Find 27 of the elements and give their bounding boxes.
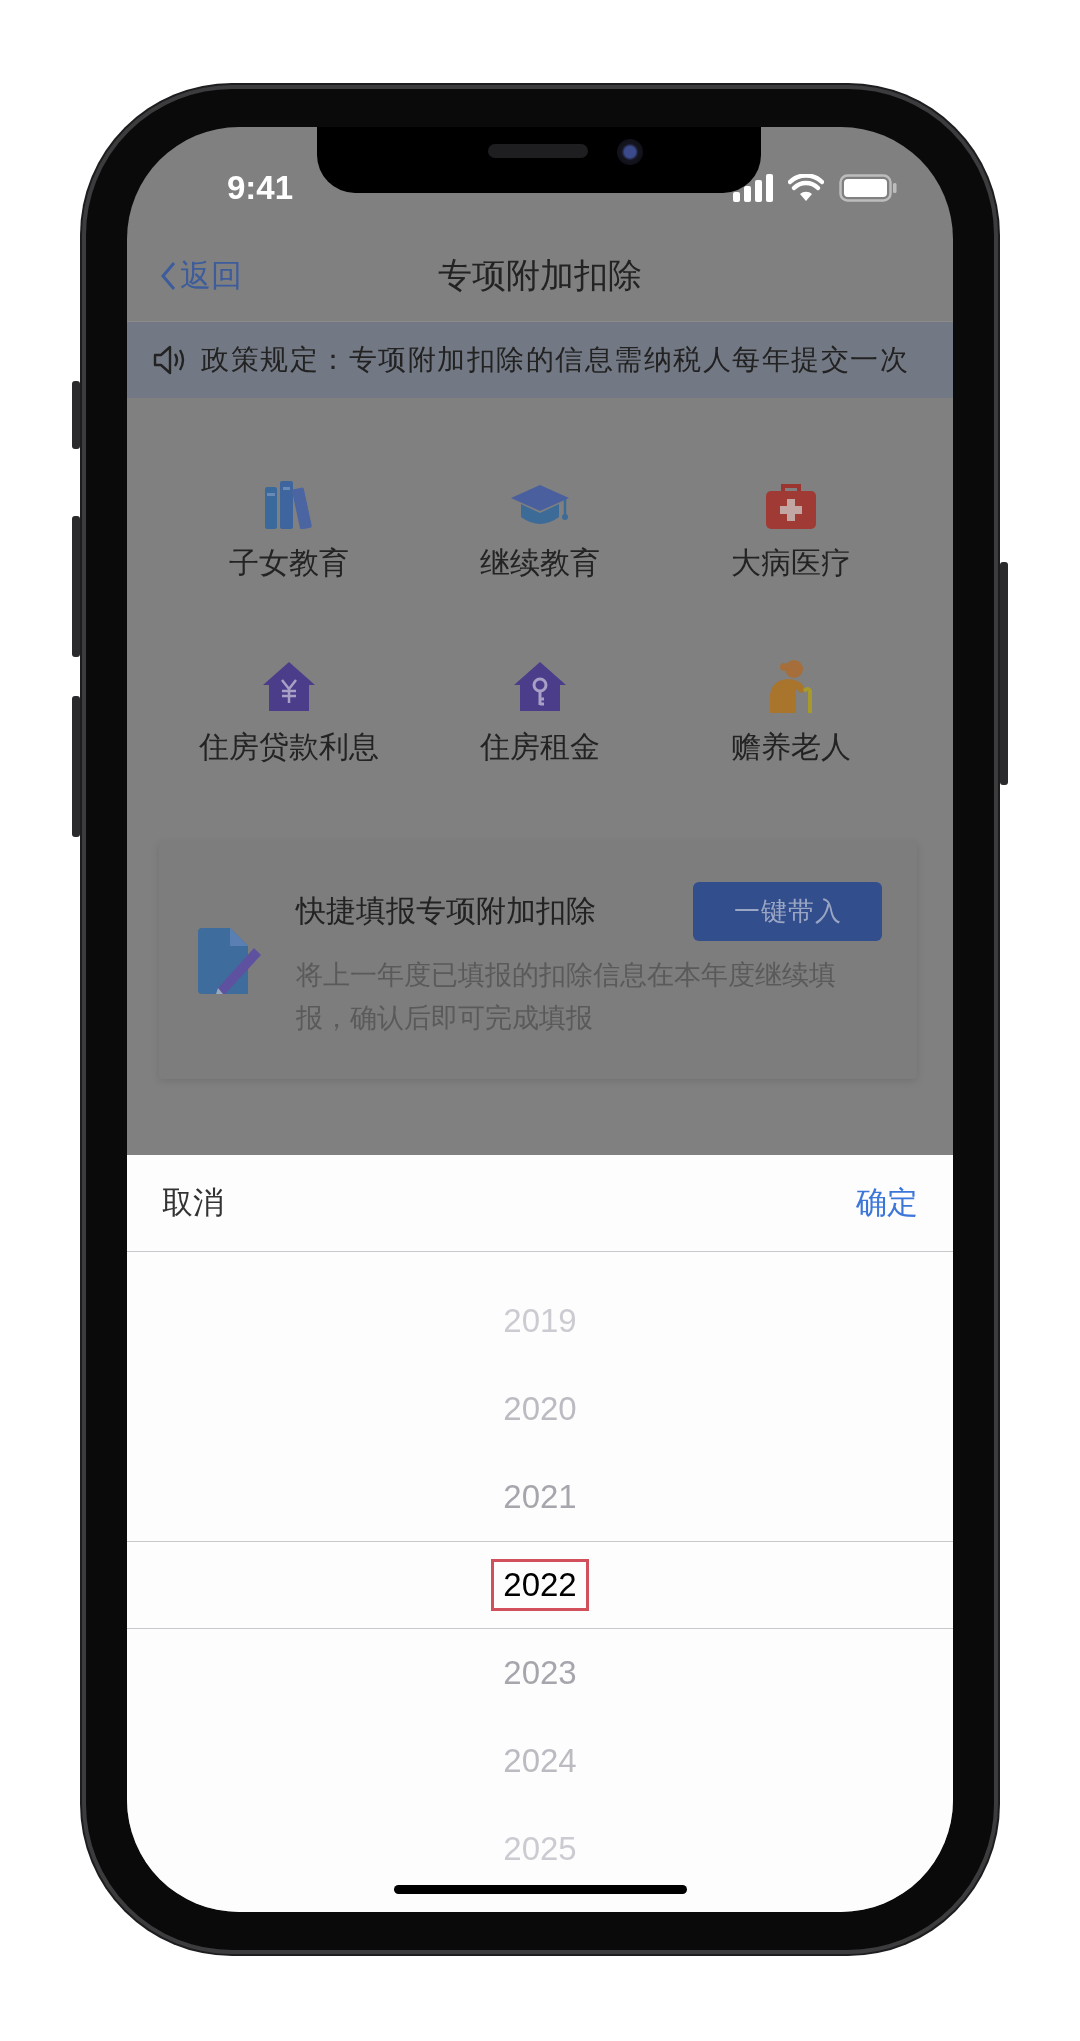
import-button[interactable]: 一键带入 [693, 882, 882, 941]
year-option[interactable]: 2021 [491, 1471, 589, 1523]
card-title: 快捷填报专项附加扣除 [296, 893, 596, 929]
category-button[interactable]: 子女教育 [164, 475, 415, 583]
category-button[interactable]: 赡养老人 [665, 659, 916, 767]
first-aid-kit-icon [764, 483, 817, 529]
status-time: 9:41 [227, 168, 294, 207]
cancel-button[interactable]: 取消 [162, 1182, 224, 1224]
speaker-icon [153, 345, 187, 375]
house-key-icon [513, 661, 567, 713]
category-button[interactable]: 大病医疗 [665, 475, 916, 583]
category-button[interactable]: 住房贷款利息 [164, 659, 415, 767]
signal-icon [733, 173, 773, 202]
wifi-icon [788, 174, 824, 201]
year-option[interactable]: 2023 [491, 1647, 589, 1699]
side-button[interactable] [72, 381, 80, 449]
year-option[interactable]: 2022 [491, 1559, 589, 1611]
category-button[interactable]: 继续教育 [414, 475, 666, 583]
document-pencil-icon [198, 927, 262, 994]
notice-text: 政策规定：专项附加扣除的信息需纳税人每年提交一次 [201, 343, 909, 377]
house-yen-icon [262, 661, 317, 713]
battery-icon [839, 173, 897, 202]
camera-lens [617, 139, 643, 165]
confirm-button[interactable]: 确定 [856, 1182, 918, 1224]
chevron-left-icon [160, 260, 176, 291]
page-title: 专项附加扣除 [438, 255, 642, 296]
category-button[interactable]: 住房租金 [414, 659, 666, 767]
